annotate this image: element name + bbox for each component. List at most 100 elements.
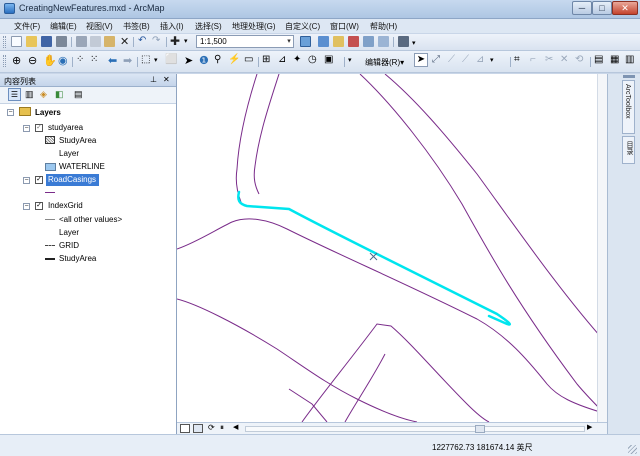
menu-insert[interactable]: 插入(I)	[160, 21, 184, 32]
cut-polygons-icon[interactable]: ✂	[545, 54, 553, 65]
list-by-source-icon[interactable]: ▥	[25, 89, 34, 100]
sketch-properties-icon[interactable]: ▦	[610, 54, 619, 65]
menu-file[interactable]: 文件(F)	[14, 21, 40, 32]
expander-icon[interactable]: −	[23, 125, 30, 132]
edit-annotation-icon[interactable]: ⤢	[432, 54, 440, 65]
hyperlink-icon[interactable]: ⚡	[228, 54, 240, 65]
chevron-down-icon[interactable]: ▾	[348, 56, 352, 64]
select-elements-icon[interactable]: ➤	[184, 54, 193, 67]
time-slider-icon[interactable]: ◷	[308, 54, 317, 65]
horizontal-scrollbar[interactable]	[245, 426, 585, 432]
endpoint-arc-icon[interactable]: ⟋	[462, 54, 469, 65]
back-extent-icon[interactable]: ⬅	[108, 54, 117, 67]
trace-icon[interactable]: ⊿	[476, 54, 484, 65]
fixed-zoom-out-icon[interactable]: ⁙	[90, 54, 98, 65]
chevron-down-icon[interactable]: ▾	[184, 37, 188, 45]
forward-extent-icon[interactable]: ➡	[123, 54, 132, 67]
menu-geoprocessing[interactable]: 地理处理(G)	[232, 21, 276, 32]
measure-icon[interactable]: ⊞	[262, 54, 270, 65]
expander-icon[interactable]: −	[7, 109, 14, 116]
paste-icon[interactable]	[104, 36, 115, 47]
arctoolbox-icon[interactable]	[348, 36, 359, 47]
model-builder-icon[interactable]	[378, 36, 389, 47]
editor-toolbar-icon[interactable]	[300, 36, 311, 47]
edit-tool-icon[interactable]: ➤	[414, 53, 428, 67]
catalog-tab[interactable]: 目录	[622, 136, 635, 164]
refresh-icon[interactable]: ⟳	[208, 423, 215, 432]
copy-icon[interactable]	[90, 36, 101, 47]
save-icon[interactable]	[41, 36, 52, 47]
html-popup-icon[interactable]: ▭	[244, 54, 253, 65]
zoom-out-icon[interactable]: ⊖	[28, 54, 37, 67]
layout-view-icon[interactable]	[193, 424, 203, 433]
zoom-in-icon[interactable]: ⊕	[12, 54, 21, 67]
scroll-right-icon[interactable]: ▶	[587, 423, 592, 431]
fixed-zoom-in-icon[interactable]: ⁘	[76, 54, 84, 65]
undo-icon[interactable]: ↶	[138, 35, 146, 46]
selected-road-feature[interactable]	[237, 190, 511, 326]
list-by-drawing-order-icon[interactable]: ☰	[8, 88, 21, 101]
attributes-icon[interactable]: ▤	[594, 54, 603, 65]
layer-name-selected[interactable]: RoadCasings	[48, 175, 96, 184]
delete-icon[interactable]: ✕	[120, 35, 129, 48]
list-by-selection-icon[interactable]: ◧	[55, 89, 64, 100]
scale-dropdown-icon[interactable]: ▾	[285, 36, 293, 47]
resize-grip-icon[interactable]	[628, 445, 637, 454]
find-icon[interactable]: ⚲	[214, 54, 221, 65]
data-view-icon[interactable]	[180, 424, 190, 433]
map-scale-input[interactable]: 1:1,500	[196, 35, 294, 48]
open-folder-icon[interactable]	[26, 36, 37, 47]
layer-visibility-checkbox[interactable]: ✓	[35, 202, 43, 210]
reshape-icon[interactable]: ⌐	[530, 54, 536, 65]
dock-grip[interactable]	[623, 75, 635, 78]
select-features-icon[interactable]: ⬚	[141, 54, 150, 65]
find-route-icon[interactable]: ⊿	[278, 54, 286, 65]
table-icon[interactable]	[318, 36, 329, 47]
menu-view[interactable]: 视图(V)	[86, 21, 113, 32]
layer-visibility-checkbox[interactable]: ✓	[35, 124, 43, 132]
go-to-xy-icon[interactable]: ✦	[293, 54, 301, 65]
pause-drawing-icon[interactable]: ⏸	[220, 423, 224, 433]
menu-bookmarks[interactable]: 书签(B)	[123, 21, 150, 32]
maximize-button[interactable]: □	[592, 1, 612, 15]
create-viewer-icon[interactable]: ▣	[324, 54, 333, 65]
menu-edit[interactable]: 编辑(E)	[50, 21, 77, 32]
close-panel-icon[interactable]: ✕	[163, 75, 170, 84]
print-icon[interactable]	[56, 36, 67, 47]
network-tool-icon[interactable]	[398, 36, 409, 47]
toolbar-grip[interactable]	[3, 36, 6, 48]
scrollbar-thumb[interactable]	[475, 425, 485, 433]
straight-segment-icon[interactable]: ⟋	[448, 54, 455, 65]
create-features-icon[interactable]: ▥	[625, 54, 634, 65]
vertical-scrollbar[interactable]	[597, 74, 607, 422]
menu-windows[interactable]: 窗口(W)	[330, 21, 359, 32]
scroll-left-icon[interactable]: ◀	[233, 423, 238, 431]
catalog-icon[interactable]	[333, 36, 344, 47]
identify-icon[interactable]: ❶	[199, 54, 209, 67]
chevron-down-icon[interactable]: ▾	[154, 56, 158, 64]
full-extent-icon[interactable]: ◉	[58, 54, 68, 67]
map-view[interactable]	[177, 74, 607, 422]
rotate-icon[interactable]: ⟲	[575, 54, 583, 65]
chevron-down-icon[interactable]: ▾	[490, 56, 494, 64]
expander-icon[interactable]: −	[23, 203, 30, 210]
layer-visibility-checkbox[interactable]: ✓	[35, 176, 43, 184]
options-icon[interactable]: ▤	[74, 89, 83, 100]
new-document-icon[interactable]	[11, 36, 22, 47]
minimize-button[interactable]: ─	[572, 1, 592, 15]
map-canvas[interactable]	[177, 74, 607, 422]
expander-icon[interactable]: −	[23, 177, 30, 184]
menu-selection[interactable]: 选择(S)	[195, 21, 222, 32]
split-icon[interactable]: ✕	[560, 54, 568, 65]
chevron-down-icon[interactable]: ▾	[412, 39, 416, 47]
arctoolbox-tab[interactable]: ArcToolbox	[622, 80, 635, 134]
close-button[interactable]: ✕	[612, 1, 638, 15]
clear-selection-icon[interactable]: ⬜	[165, 54, 177, 65]
pan-icon[interactable]: ✋	[43, 54, 57, 67]
list-by-visibility-icon[interactable]: ◈	[40, 89, 47, 100]
add-data-icon[interactable]: ✚	[170, 34, 180, 48]
edit-vertices-icon[interactable]: ⌗	[514, 54, 520, 65]
editor-menu-button[interactable]: 编辑器(R)▾	[365, 57, 404, 68]
menu-customize[interactable]: 自定义(C)	[285, 21, 320, 32]
toolbar-grip[interactable]	[3, 55, 6, 67]
